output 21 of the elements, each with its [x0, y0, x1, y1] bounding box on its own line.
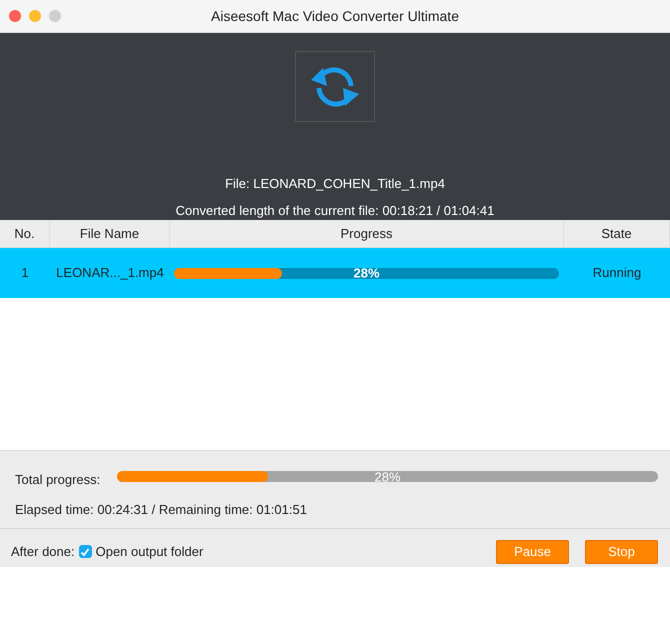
zoom-button[interactable]	[49, 10, 61, 22]
progress-percent: 28%	[352, 266, 381, 280]
minimize-button[interactable]	[29, 10, 41, 22]
column-header[interactable]: Progress	[170, 220, 564, 247]
checkbox-label[interactable]: Open output folder	[96, 542, 204, 562]
after-done-label: After done:	[11, 543, 75, 561]
converted-length: Converted length of the current file: 00:18:21 / 01:04:41	[176, 202, 494, 220]
table-row[interactable]: 1 LEONAR..._1.mp4 28% Running	[0, 248, 670, 298]
column-header[interactable]: State	[564, 220, 670, 247]
table-cell: 1	[21, 265, 29, 280]
table-cell: LEONAR..._1.mp4	[56, 265, 164, 280]
close-button[interactable]	[9, 10, 21, 22]
column-header[interactable]: File Name	[50, 220, 170, 247]
total-progress-label: Total progress:	[15, 471, 102, 489]
table-cell: Running	[592, 265, 642, 280]
window-title: Aiseesoft Mac Video Converter Ultimate	[211, 6, 459, 26]
time-info: Elapsed time: 00:24:31 / Remaining time: 01:01:51	[15, 502, 307, 516]
current-file-name: File: LEONARD_COHEN_Title_1.mp4	[225, 175, 445, 193]
checkbox[interactable]	[78, 545, 92, 558]
column-header[interactable]: No.	[0, 220, 50, 247]
total-progress-percent: 28%	[373, 470, 402, 484]
